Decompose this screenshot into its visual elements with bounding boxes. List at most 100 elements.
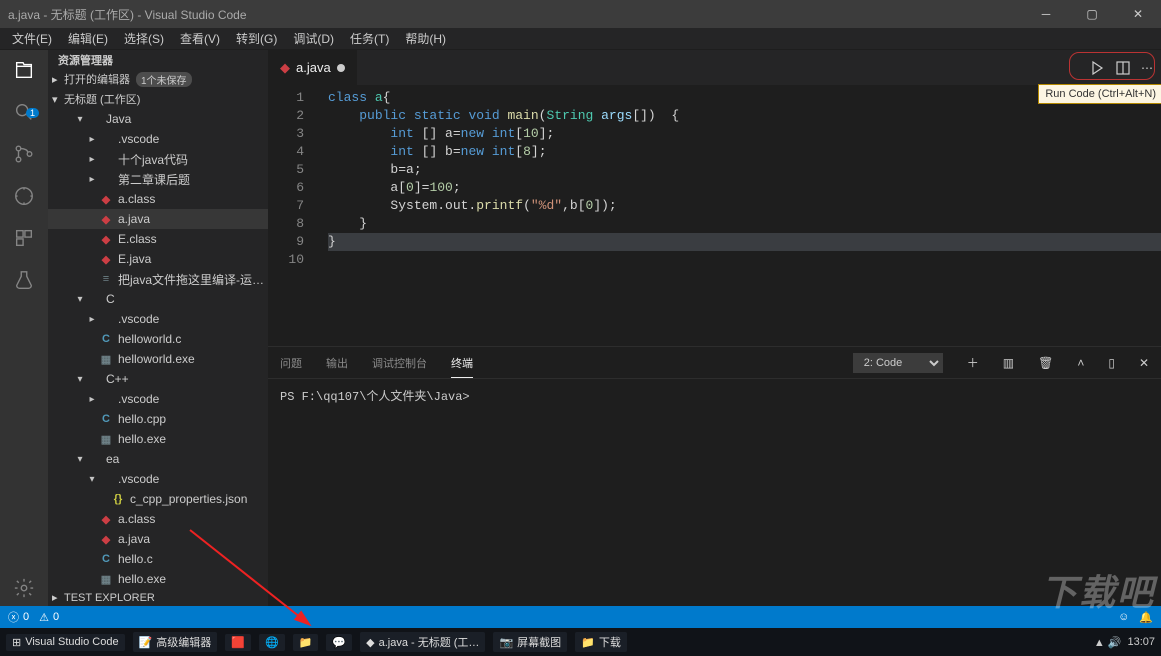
settings-icon[interactable] [12,576,36,600]
status-errors[interactable]: ⓧ 0 [8,609,29,625]
file-tree: ▾Java▸.vscode▸十个java代码▸第二章课后题 ◆a.class ◆… [48,109,268,589]
terminal[interactable]: PS F:\qq107\个人文件夹\Java> [268,379,1161,606]
os-taskbar: ⊞ Visual Studio Code 📝 高级编辑器 🟥 🌐 📁 💬 ◆ a… [0,628,1161,656]
file-row[interactable]: ◆a.java [48,529,268,549]
terminal-selector[interactable]: 2: Code [853,353,943,373]
chevron-icon: ▸ [86,154,98,165]
open-editors-label: 打开的编辑器 [64,71,130,87]
panel-move-icon[interactable]: ▯ [1108,356,1115,370]
file-row[interactable]: ▦hello.exe [48,569,268,589]
c-file-icon: C [98,551,114,567]
panel-tab-problems[interactable]: 问题 [280,349,302,377]
kill-terminal-icon[interactable]: 🗑 [1038,356,1053,370]
run-code-icon[interactable] [1089,60,1105,76]
folder-row[interactable]: ▾C [48,289,268,309]
folder-row[interactable]: ▸十个java代码 [48,149,268,169]
file-row[interactable]: {}c_cpp_properties.json [48,489,268,509]
tree-item-label: a.class [118,512,155,526]
code-editor[interactable]: 12345678910 class a{ public static void … [268,85,1161,346]
menu-select[interactable]: 选择(S) [116,30,172,47]
debug-icon[interactable] [12,184,36,208]
split-terminal-icon[interactable]: ▥ [1003,356,1014,370]
file-row[interactable]: ◆a.class [48,189,268,209]
scm-icon[interactable] [12,142,36,166]
panel-tab-output[interactable]: 输出 [326,349,348,377]
java-file-icon: ◆ [98,211,114,227]
folder-row[interactable]: ▸.vscode [48,389,268,409]
chevron-icon: ▸ [86,394,98,405]
file-row[interactable]: ◆E.java [48,249,268,269]
panel-close-icon[interactable]: ✕ [1139,356,1149,370]
window-min-button[interactable]: ─ [1023,0,1069,28]
test-icon[interactable] [12,268,36,292]
folder-row[interactable]: ▾.vscode [48,469,268,489]
file-row[interactable]: Chello.cpp [48,409,268,429]
status-bell-icon[interactable]: 🔔 [1139,611,1153,624]
tree-item-label: C [106,292,115,306]
status-feedback-icon[interactable]: ☺ [1118,611,1129,623]
code-content[interactable]: class a{ public static void main(String … [316,85,1161,346]
menu-help[interactable]: 帮助(H) [397,30,454,47]
panel-tab-debug[interactable]: 调试控制台 [372,349,427,377]
test-explorer-header[interactable]: ▸ TEST EXPLORER [48,589,268,606]
tree-item-label: hello.cpp [118,412,166,426]
terminal-prompt: PS F:\qq107\个人文件夹\Java> [280,390,470,404]
file-row[interactable]: ◆a.class [48,509,268,529]
folder-row[interactable]: ▸第二章课后题 [48,169,268,189]
folder-row[interactable]: ▾C++ [48,369,268,389]
file-row[interactable]: ▦hello.exe [48,429,268,449]
menu-edit[interactable]: 编辑(E) [60,30,116,47]
panel-tab-terminal[interactable]: 终端 [451,349,473,377]
window-max-button[interactable]: ▢ [1069,0,1115,28]
explorer-icon[interactable] [12,58,36,82]
file-row[interactable]: Chello.c [48,549,268,569]
txt-file-icon: ≡ [98,271,114,287]
new-terminal-icon[interactable]: ＋ [967,354,979,371]
taskbar-item[interactable]: 🌐 [259,634,285,651]
folder-row[interactable]: ▸.vscode [48,129,268,149]
file-row[interactable]: ◆E.class [48,229,268,249]
file-row[interactable]: Chelloworld.c [48,329,268,349]
taskbar-item[interactable]: ◆ a.java - 无标题 (工… [360,632,485,652]
tree-item-label: a.java [118,532,150,546]
file-row[interactable]: ≡把java文件拖这里编译-运… [48,269,268,289]
taskbar-item[interactable]: ⊞ Visual Studio Code [6,634,125,651]
c-file-icon: C [98,331,114,347]
tab-a-java[interactable]: ◆ a.java [268,50,357,85]
open-editors-header[interactable]: ▸ 打开的编辑器 1个未保存 [48,69,268,89]
taskbar-item[interactable]: 📷 屏幕截图 [493,632,567,652]
fold-file-icon [98,391,114,407]
folder-row[interactable]: ▾ea [48,449,268,469]
chevron-icon: ▾ [74,294,86,305]
split-editor-icon[interactable] [1115,60,1131,76]
tree-item-label: 第二章课后题 [118,171,190,188]
taskbar-item[interactable]: 📝 高级编辑器 [133,632,218,652]
editor-area: ◆ a.java ⋯ Run Code (Ctrl+Alt+N) 1234567… [268,50,1161,606]
file-row[interactable]: ▦helloworld.exe [48,349,268,369]
menu-goto[interactable]: 转到(G) [228,30,285,47]
taskbar-item[interactable]: 🟥 [225,634,251,651]
workspace-header[interactable]: ▾ 无标题 (工作区) [48,89,268,109]
system-tray[interactable]: ▲ 🔊 13:07 [1094,636,1155,649]
window-close-button[interactable]: ✕ [1115,0,1161,28]
taskbar-item[interactable]: 📁 下载 [575,632,627,652]
folder-row[interactable]: ▸.vscode [48,309,268,329]
modified-indicator-icon [337,64,345,72]
menu-tasks[interactable]: 任务(T) [342,30,397,47]
menu-file[interactable]: 文件(E) [4,30,60,47]
extensions-icon[interactable] [12,226,36,250]
tree-item-label: helloworld.exe [118,352,195,366]
sidebar: 资源管理器 ▸ 打开的编辑器 1个未保存 ▾ 无标题 (工作区) ▾Java▸.… [48,50,268,606]
fold-file-icon [98,471,114,487]
tree-item-label: .vscode [118,312,159,326]
status-warnings[interactable]: ⚠ 0 [39,611,59,624]
java-file-icon: ◆ [98,231,114,247]
taskbar-item[interactable]: 📁 [293,634,319,651]
more-icon[interactable]: ⋯ [1141,61,1153,75]
panel-maximize-icon[interactable]: ˄ [1077,356,1084,370]
file-row[interactable]: ◆a.java [48,209,268,229]
menu-debug[interactable]: 调试(D) [285,30,342,47]
menu-view[interactable]: 查看(V) [172,30,228,47]
taskbar-item[interactable]: 💬 [326,634,352,651]
folder-row[interactable]: ▾Java [48,109,268,129]
